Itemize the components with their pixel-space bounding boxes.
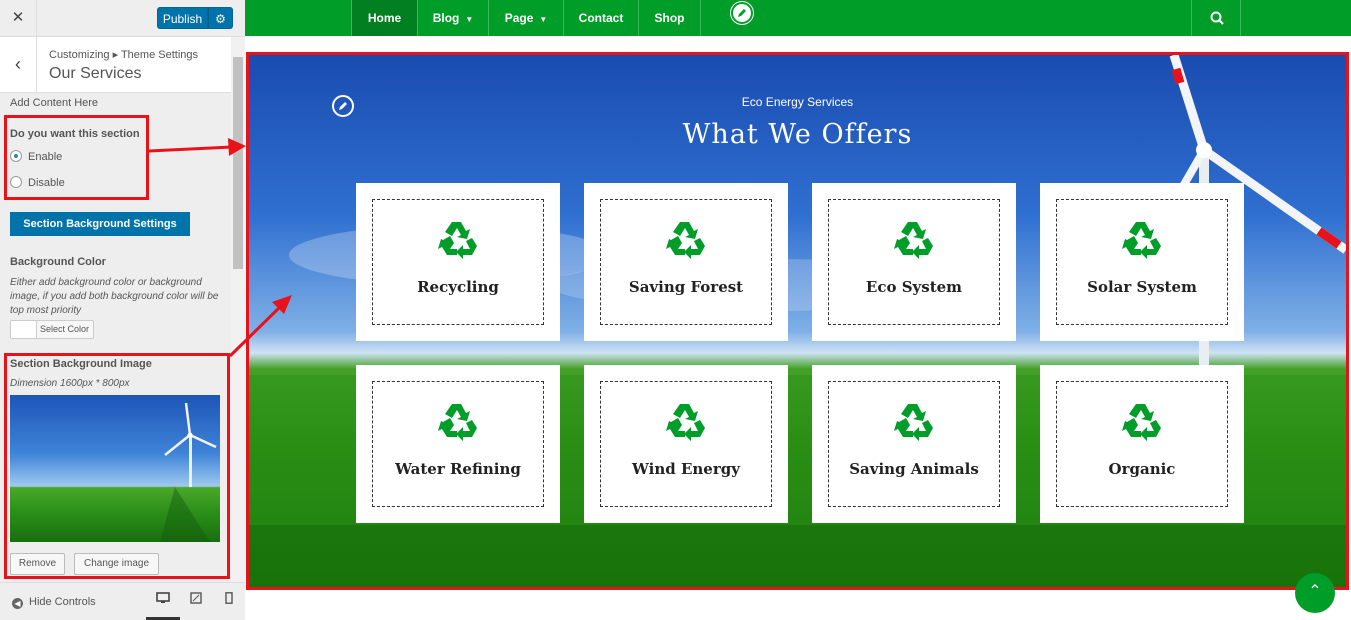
service-card[interactable]: Solar System	[1040, 183, 1244, 341]
nav-page[interactable]: Page ▼	[488, 0, 563, 36]
background-image-label: Section Background Image	[10, 358, 152, 370]
recycle-icon	[666, 222, 705, 259]
search-icon[interactable]	[1191, 0, 1241, 36]
gear-icon[interactable]: ⚙	[208, 7, 233, 29]
recycle-icon	[1122, 222, 1161, 259]
nav-shop[interactable]: Shop	[638, 0, 701, 36]
service-card[interactable]: Water Refining	[356, 365, 560, 523]
wind-turbine-thumbnail-graphic	[160, 402, 217, 542]
card-inner: Solar System	[1056, 199, 1228, 325]
card-inner: Saving Forest	[600, 199, 772, 325]
card-inner: Water Refining	[372, 381, 544, 507]
nav-home[interactable]: Home	[351, 0, 417, 36]
tablet-preview-icon[interactable]	[179, 592, 213, 620]
scroll-to-top-button[interactable]: ⌃	[1295, 573, 1335, 613]
disable-radio-option[interactable]: Disable	[10, 176, 65, 189]
hide-controls-button[interactable]: ◀ Hide Controls	[12, 596, 96, 609]
card-inner: Recycling	[372, 199, 544, 325]
enable-radio-option[interactable]: Enable	[10, 150, 62, 163]
caret-down-icon: ▼	[539, 15, 548, 24]
caret-down-icon: ▼	[465, 15, 474, 24]
section-toggle-label: Do you want this section	[10, 128, 140, 140]
customizer-panel: ✕ Publish ⚙ ‹ Customizing ▸ Theme Settin…	[0, 0, 245, 620]
customizer-header: ✕ Publish ⚙	[0, 0, 245, 37]
service-title: Solar System	[1087, 278, 1197, 296]
service-title: Organic	[1108, 460, 1176, 478]
section-title: Our Services	[49, 65, 142, 82]
card-inner: Wind Energy	[600, 381, 772, 507]
recycle-icon	[438, 222, 477, 259]
recycle-icon	[438, 404, 477, 441]
publish-button[interactable]: Publish	[157, 7, 208, 29]
service-title: Eco System	[865, 278, 963, 296]
scrollbar-thumb[interactable]	[233, 57, 243, 269]
card-inner: Saving Animals	[828, 381, 1000, 507]
site-preview: Home Blog ▼ Page ▼ Contact Shop Eco Ener…	[245, 0, 1351, 620]
pencil-icon[interactable]	[731, 2, 753, 24]
close-icon[interactable]: ✕	[0, 0, 37, 37]
select-color-button[interactable]: Select Color	[10, 320, 94, 339]
recycle-icon	[894, 404, 933, 441]
back-chevron-icon[interactable]: ‹	[0, 37, 37, 93]
background-image-dimension: Dimension 1600px * 800px	[10, 378, 130, 389]
radio-unchecked-icon[interactable]	[10, 176, 22, 188]
change-image-button[interactable]: Change image	[74, 553, 159, 575]
select-color-label: Select Color	[40, 324, 90, 334]
recycle-icon	[666, 404, 705, 441]
service-card[interactable]: Wind Energy	[584, 365, 788, 523]
service-title: Recycling	[417, 278, 499, 296]
mobile-preview-icon[interactable]	[212, 592, 246, 620]
background-image-thumbnail	[10, 395, 220, 542]
card-inner: Eco System	[828, 199, 1000, 325]
panel-body[interactable]: Add Content Here Do you want this sectio…	[0, 94, 231, 580]
desktop-preview-icon[interactable]	[146, 592, 180, 620]
nav-blog[interactable]: Blog ▼	[417, 0, 488, 36]
service-card[interactable]: Saving Forest	[584, 183, 788, 341]
background-color-description: Either add background color or backgroun…	[10, 277, 219, 316]
hide-controls-label: Hide Controls	[29, 596, 96, 608]
remove-image-button[interactable]: Remove	[10, 553, 65, 575]
chevron-up-icon: ⌃	[1308, 583, 1322, 600]
disable-label: Disable	[28, 177, 65, 189]
add-content-label: Add Content Here	[10, 97, 99, 109]
panel-scrollbar[interactable]	[231, 37, 245, 582]
service-title: Water Refining	[395, 460, 521, 478]
nav-contact[interactable]: Contact	[563, 0, 638, 36]
service-card[interactable]: Eco System	[812, 183, 1016, 341]
background-color-label: Background Color	[10, 256, 106, 268]
service-title: Saving Forest	[628, 278, 744, 296]
service-title: Wind Energy	[632, 460, 740, 478]
main-navigation: Home Blog ▼ Page ▼ Contact Shop	[245, 0, 1351, 36]
enable-label: Enable	[28, 151, 63, 163]
service-card[interactable]: Organic	[1040, 365, 1244, 523]
customizer-footer: ◀ Hide Controls	[0, 582, 245, 620]
service-card[interactable]: Saving Animals	[812, 365, 1016, 523]
services-section: Eco Energy Services What We Offers Recyc…	[246, 52, 1349, 590]
radio-checked-icon[interactable]	[10, 150, 22, 162]
breadcrumb: Customizing ▸ Theme Settings	[49, 49, 198, 61]
section-header: ‹ Customizing ▸ Theme Settings Our Servi…	[0, 37, 231, 93]
recycle-icon	[894, 222, 933, 259]
section-subtitle: Eco Energy Services	[741, 95, 854, 109]
color-swatch	[11, 321, 37, 338]
section-title: What We Offers	[682, 119, 913, 150]
card-inner: Organic	[1056, 381, 1228, 507]
service-title: Saving Animals	[849, 460, 979, 478]
recycle-icon	[1122, 404, 1161, 441]
section-background-settings-button[interactable]: Section Background Settings	[10, 212, 190, 236]
service-card[interactable]: Recycling	[356, 183, 560, 341]
collapse-arrow-icon: ◀	[12, 598, 23, 609]
